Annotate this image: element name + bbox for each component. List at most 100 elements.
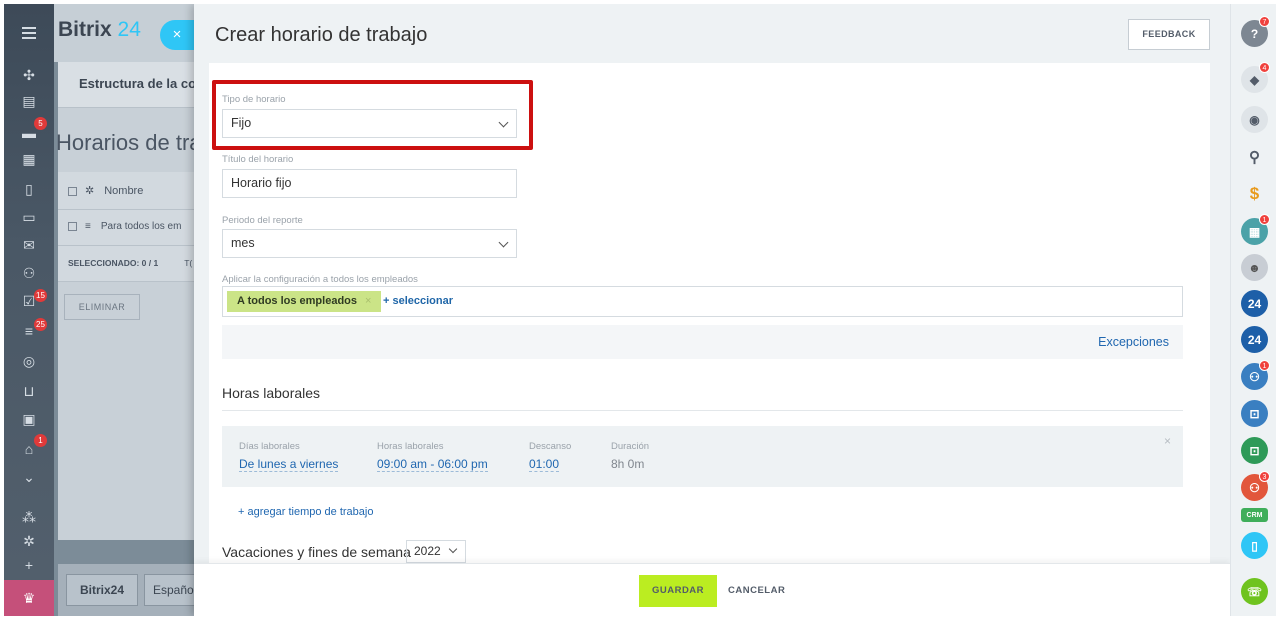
divider xyxy=(222,410,1183,411)
puzzle-icon[interactable]: ✣ xyxy=(18,64,40,86)
bell-icon: ◆ xyxy=(1249,72,1260,87)
employees-icon[interactable]: ⚇ xyxy=(18,262,40,284)
search-icon: ⚲ xyxy=(1249,148,1260,166)
portal-24-label-2: 24 xyxy=(1247,332,1262,347)
right-sidebar: ? 7 ◆ 4 ◉ ⚲ $ ▦ 1 ☻ 24 24 ⚇ 1 ⊡ ⊡ ⚇ 3 CR… xyxy=(1230,4,1276,616)
calendar-badge: 1 xyxy=(1259,214,1270,225)
vacations-title: Vacaciones y fines de semana xyxy=(222,544,411,560)
crm-button[interactable]: CRM xyxy=(1241,508,1268,522)
add-icon[interactable]: + xyxy=(18,554,40,576)
crm-label: CRM xyxy=(1246,511,1263,519)
document-icon[interactable]: ▯ xyxy=(18,178,40,200)
news-icon[interactable]: ▤ xyxy=(18,90,40,112)
portal-24-button-2[interactable]: 24 xyxy=(1241,326,1268,353)
report-period-label: Periodo del reporte xyxy=(222,215,303,226)
report-period-value: mes xyxy=(231,236,255,250)
target-icon[interactable]: ◎ xyxy=(18,350,40,372)
duration-label: Duración xyxy=(611,441,650,452)
screen-frame: ✣ ▤ ▬ 5 ▦ ▯ ▭ ✉ ⚇ ☑ 15 ≡ 25 ◎ ⊔ ▣ ⌂ 1 ⌄ … xyxy=(4,4,1276,616)
chat-bubble-icon: ◉ xyxy=(1249,112,1260,127)
crown-button[interactable]: ♛ xyxy=(4,580,54,616)
bg-page-title: Horarios de tra xyxy=(56,130,202,155)
settings-icon[interactable]: ✲ xyxy=(18,530,40,552)
work-hours-title: Horas laborales xyxy=(222,385,321,401)
highlight-box xyxy=(212,80,533,150)
left-sidebar: ✣ ▤ ▬ 5 ▦ ▯ ▭ ✉ ⚇ ☑ 15 ≡ 25 ◎ ⊔ ▣ ⌂ 1 ⌄ … xyxy=(4,4,54,616)
more-icon[interactable]: ⌄ xyxy=(18,466,40,488)
duration-value: 8h 0m xyxy=(611,457,645,471)
help-badge: 7 xyxy=(1259,16,1270,27)
select-employees-link[interactable]: + seleccionar xyxy=(383,295,453,307)
checkbox[interactable] xyxy=(68,186,77,196)
work-days-value[interactable]: De lunes a viernes xyxy=(239,457,339,472)
sitemap-icon[interactable]: ⁂ xyxy=(18,506,40,528)
panel-footer: GUARDAR CANCELAR xyxy=(194,563,1230,616)
break-value[interactable]: 01:00 xyxy=(529,457,560,472)
store-badge: 1 xyxy=(34,434,47,447)
search-button[interactable]: ⚲ xyxy=(1241,143,1268,170)
remove-tag-icon[interactable]: × xyxy=(365,295,371,307)
calendar-icon[interactable]: ▦ xyxy=(18,148,40,170)
calendar-icon: ▦ xyxy=(1248,224,1261,239)
checkbox[interactable] xyxy=(68,221,77,231)
portal-24-button[interactable]: 24 xyxy=(1241,290,1268,317)
messages-button[interactable]: ◉ xyxy=(1241,106,1268,133)
group-icon: ⚇ xyxy=(1249,480,1260,495)
chevron-down-icon xyxy=(448,544,458,554)
apply-to-label: Aplicar la configuración a todos los emp… xyxy=(222,274,418,285)
exceptions-link[interactable]: Excepciones xyxy=(1098,335,1169,349)
bitrix-logo: Bitrix 24 xyxy=(58,18,141,41)
tasks-badge: 15 xyxy=(34,289,47,302)
employees-selector[interactable]: A todos los empleados × + seleccionar xyxy=(222,286,1183,317)
dollar-icon: $ xyxy=(1249,183,1260,203)
bitrix24-footer-button[interactable]: Bitrix24 xyxy=(66,574,138,606)
locked-chat-button[interactable]: ⊡ xyxy=(1241,400,1268,427)
user-avatar[interactable]: ☻ xyxy=(1241,254,1268,281)
exceptions-bar: Excepciones xyxy=(222,325,1183,359)
crm-group-badge: 3 xyxy=(1259,471,1270,482)
chat-badge: 5 xyxy=(34,117,47,130)
delete-button[interactable]: ELIMINAR xyxy=(64,294,140,320)
cart-icon[interactable]: ⊔ xyxy=(18,380,40,402)
break-label: Descanso xyxy=(529,441,572,452)
contacts-icon[interactable]: ▣ xyxy=(18,408,40,430)
locked-chat-button-2[interactable]: ⊡ xyxy=(1241,437,1268,464)
avatar-icon: ☻ xyxy=(1248,260,1261,275)
mail-icon[interactable]: ✉ xyxy=(18,234,40,256)
notifications-badge: 4 xyxy=(1259,62,1270,73)
panel-title: Crear horario de trabajo xyxy=(215,24,428,46)
document-icon: ▯ xyxy=(1251,538,1258,553)
question-icon: ? xyxy=(1250,26,1259,41)
schedule-title-input[interactable]: Horario fijo xyxy=(222,169,517,198)
lock-icon: ⊡ xyxy=(1249,406,1260,421)
report-period-select[interactable]: mes xyxy=(222,229,517,258)
save-button[interactable]: GUARDAR xyxy=(639,575,717,607)
close-icon[interactable]: × xyxy=(1164,434,1171,448)
work-hours-label: Horas laborales xyxy=(377,441,444,452)
work-hours-card: Días laborales De lunes a viernes Horas … xyxy=(222,426,1183,487)
feed-badge: 25 xyxy=(34,318,47,331)
year-value: 2022 xyxy=(414,544,441,558)
drive-icon[interactable]: ▭ xyxy=(18,206,40,228)
crown-icon: ♛ xyxy=(22,589,36,606)
work-hours-value[interactable]: 09:00 am - 06:00 pm xyxy=(377,457,488,472)
cancel-button[interactable]: CANCELAR xyxy=(728,585,785,596)
phone-button[interactable]: ☏ xyxy=(1241,578,1268,605)
money-button[interactable]: $ xyxy=(1241,180,1268,207)
chevron-down-icon xyxy=(498,237,509,248)
lock-icon: ⊡ xyxy=(1249,443,1260,458)
close-slider-button[interactable]: × xyxy=(160,20,194,50)
feedback-button[interactable]: FEEDBACK xyxy=(1128,19,1210,50)
menu-icon[interactable] xyxy=(18,22,40,44)
portal-24-label: 24 xyxy=(1247,296,1262,311)
schedule-title-label: Título del horario xyxy=(222,154,294,165)
drag-icon: ≡ xyxy=(85,221,91,232)
copy-button[interactable]: ▯ xyxy=(1241,532,1268,559)
add-work-time-link[interactable]: + agregar tiempo de trabajo xyxy=(238,506,373,518)
bg-tab-structure[interactable]: Estructura de la com xyxy=(79,76,208,91)
group-badge: 1 xyxy=(1259,360,1270,371)
work-days-label: Días laborales xyxy=(239,441,300,452)
gear-icon[interactable]: ✲ xyxy=(85,185,94,197)
year-select[interactable]: 2022 xyxy=(406,540,466,563)
all-employees-tag: A todos los empleados × xyxy=(227,291,382,312)
